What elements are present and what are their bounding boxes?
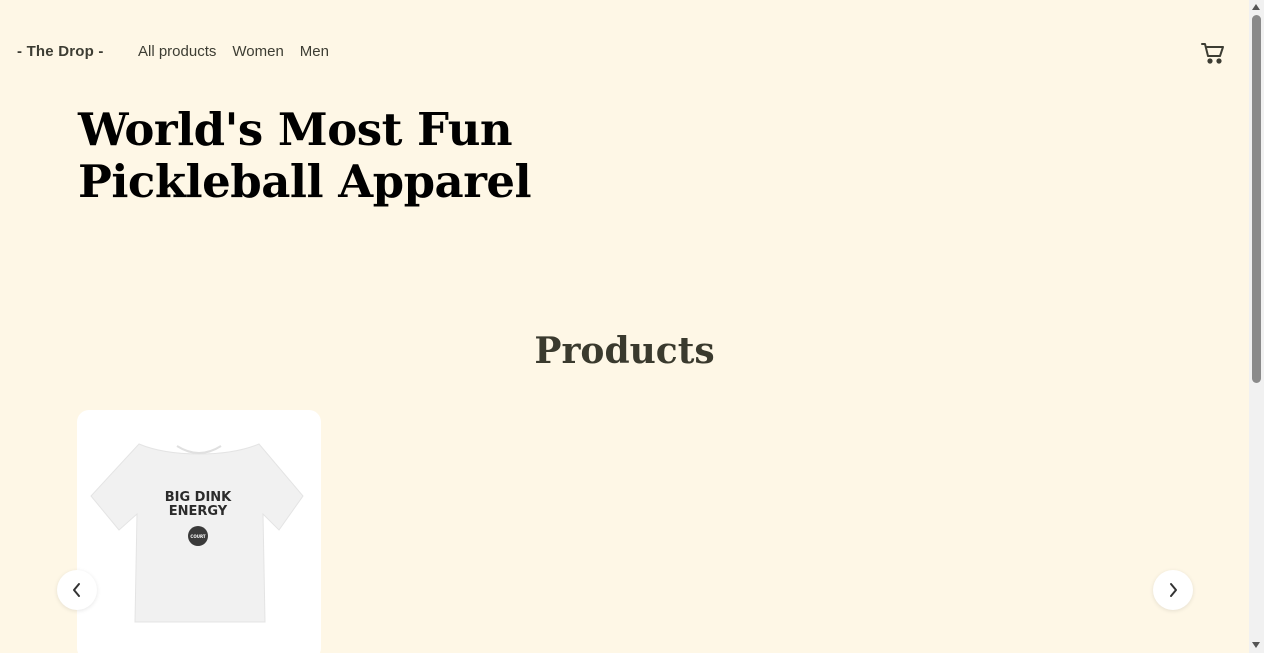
chevron-left-icon [73,583,80,597]
shirt-text-line1: BIG DINK [165,490,232,505]
products-section-title: Products [534,330,715,372]
nav-item-men[interactable]: Men [300,43,329,60]
chevron-right-icon [1170,583,1177,597]
vertical-scrollbar[interactable] [1249,0,1264,653]
nav-item-women[interactable]: Women [232,43,283,60]
nav-item-all-products[interactable]: All products [138,43,216,60]
carousel-prev-button[interactable] [57,570,97,610]
hero-title-line2: Pickleball Apparel [78,155,532,208]
main-nav: All products Women Men [138,43,329,60]
shirt-badge-text: COURT [190,534,205,539]
hero-title: World's Most Fun Pickleball Apparel [78,104,698,208]
shirt-text-line2: ENERGY [169,504,228,519]
hero-title-line1: World's Most Fun [78,103,513,156]
tshirt-image: BIG DINK ENERGY COURT [90,443,304,623]
scroll-up-arrow-icon[interactable] [1252,4,1260,10]
cart-icon[interactable] [1200,41,1226,65]
page: - The Drop - All products Women Men Worl… [0,0,1249,653]
product-card[interactable]: BIG DINK ENERGY COURT [77,410,321,653]
scroll-down-arrow-icon[interactable] [1252,642,1260,648]
site-header: - The Drop - All products Women Men [0,0,1249,104]
scrollbar-thumb[interactable] [1252,15,1261,383]
site-logo[interactable]: - The Drop - [17,43,104,60]
carousel-next-button[interactable] [1153,570,1193,610]
